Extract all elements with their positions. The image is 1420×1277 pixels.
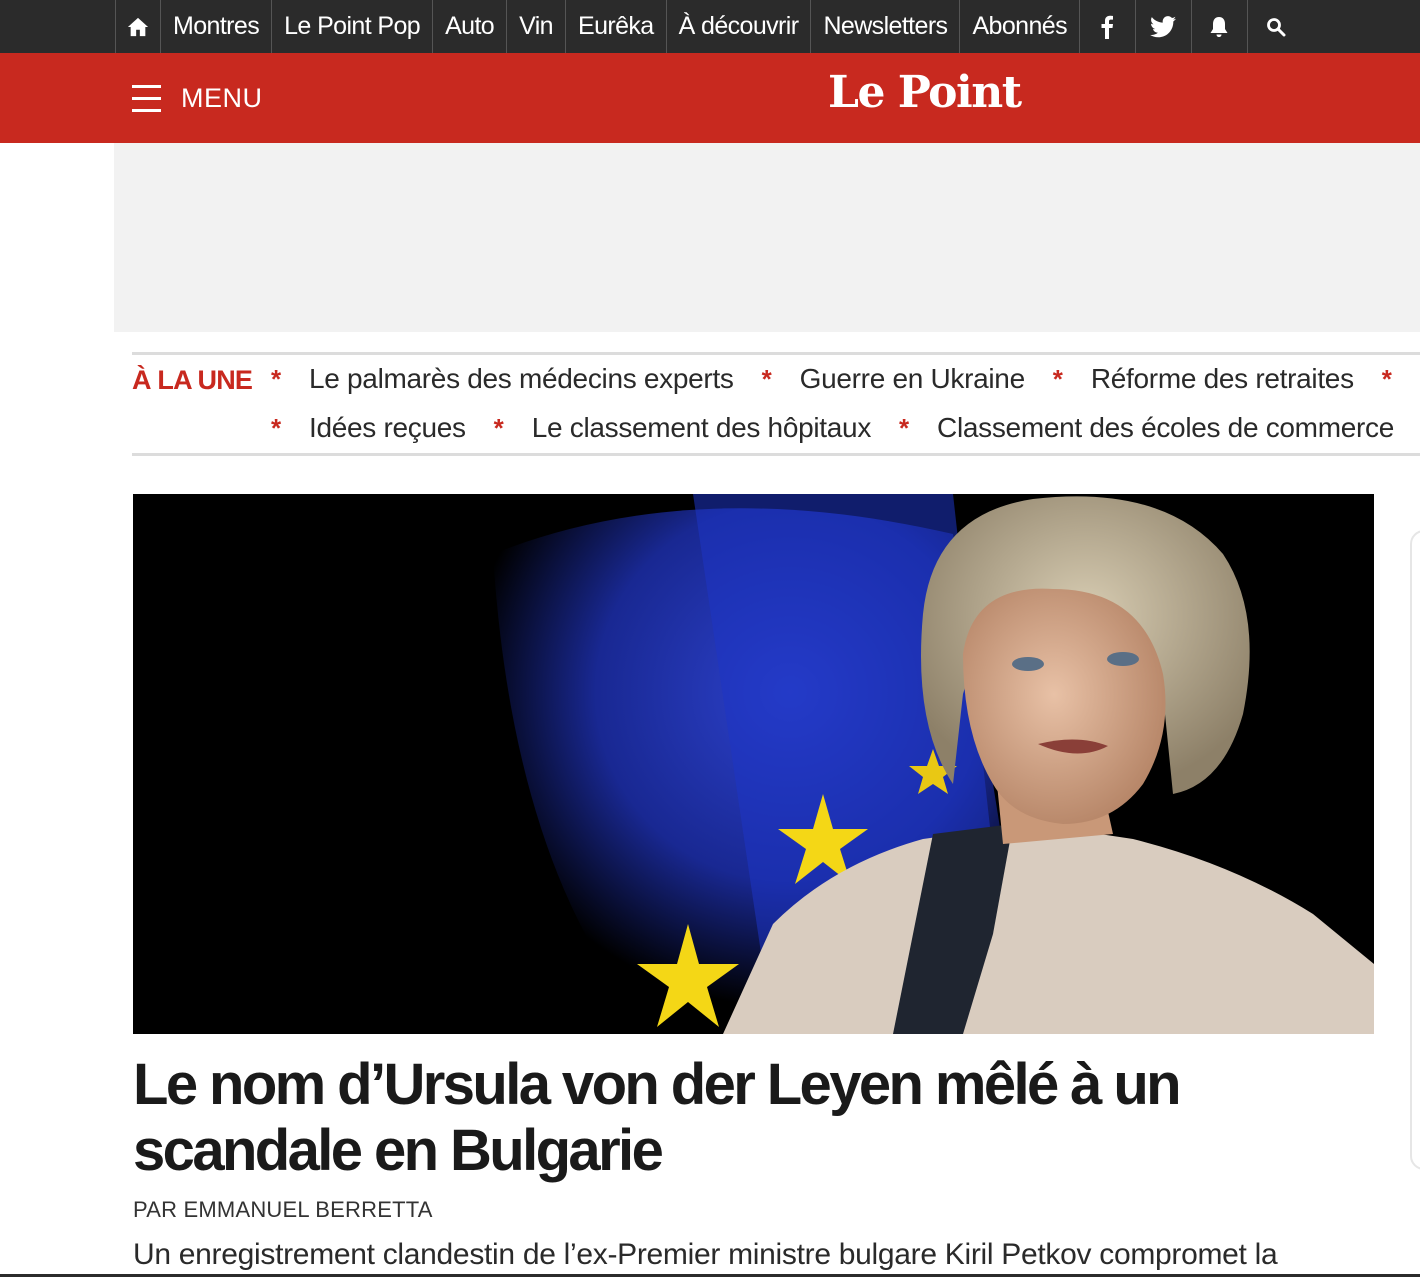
asterisk-icon: * xyxy=(1381,363,1392,394)
hamburger-icon xyxy=(132,84,161,112)
topic-link[interactable]: Le palmarès des médecins experts xyxy=(309,363,734,395)
a-la-une-bar: À LA UNE * Le palmarès des médecins expe… xyxy=(132,352,1420,456)
menu-button[interactable]: MENU xyxy=(132,75,263,121)
nav-item-abonnes[interactable]: Abonnés xyxy=(960,0,1080,53)
asterisk-icon: * xyxy=(270,363,282,394)
topic-link[interactable]: Le classement des hôpitaux xyxy=(532,412,872,444)
asterisk-icon: * xyxy=(270,412,282,443)
nav-item-eureka[interactable]: Eurêka xyxy=(566,0,667,53)
site-header: MENU Le Point xyxy=(0,53,1420,143)
top-navigation-bar: Montres Le Point Pop Auto Vin Eurêka À d… xyxy=(0,0,1420,53)
nav-item-newsletters[interactable]: Newsletters xyxy=(811,0,961,53)
nav-item-montres[interactable]: Montres xyxy=(161,0,273,53)
article-lede: Un enregistrement clandestin de l’ex-Pre… xyxy=(133,1238,1278,1271)
topic-link[interactable]: Idées reçues xyxy=(309,412,466,444)
article-byline: PAR EMMANUEL BERRETTA xyxy=(133,1197,433,1222)
nav-item-auto[interactable]: Auto xyxy=(433,0,508,53)
side-panel-edge xyxy=(1410,530,1420,1170)
top-nav-items: Montres Le Point Pop Auto Vin Eurêka À d… xyxy=(115,0,1304,53)
menu-label: MENU xyxy=(181,82,263,113)
search-button[interactable] xyxy=(1248,0,1304,53)
nav-item-vin[interactable]: Vin xyxy=(507,0,566,53)
asterisk-icon: * xyxy=(493,412,504,443)
home-icon xyxy=(127,17,149,36)
asterisk-icon: * xyxy=(1052,363,1063,394)
site-logo[interactable]: Le Point xyxy=(828,67,1022,118)
facebook-icon xyxy=(1101,15,1114,39)
search-icon xyxy=(1267,17,1286,36)
nav-item-a-decouvrir[interactable]: À découvrir xyxy=(667,0,812,53)
asterisk-icon: * xyxy=(898,412,910,443)
twitter-icon xyxy=(1150,15,1177,37)
asterisk-icon: * xyxy=(761,363,772,394)
facebook-button[interactable] xyxy=(1080,0,1136,53)
twitter-button[interactable] xyxy=(1136,0,1192,53)
ad-placeholder xyxy=(114,143,1420,332)
notifications-button[interactable] xyxy=(1192,0,1248,53)
a-la-une-row-1: * Le palmarès des médecins experts * Gue… xyxy=(267,363,1420,395)
a-la-une-title: À LA UNE xyxy=(132,365,253,395)
topic-link[interactable]: Guerre en Ukraine xyxy=(800,363,1026,395)
topic-link[interactable]: Réforme des retraites xyxy=(1091,363,1354,395)
bell-icon xyxy=(1210,16,1228,37)
nav-item-le-point-pop[interactable]: Le Point Pop xyxy=(272,0,434,53)
topic-link[interactable]: Classement des écoles de commerce xyxy=(937,412,1394,444)
home-button[interactable] xyxy=(115,0,161,53)
article-headline[interactable]: Le nom d’Ursula von der Leyen mêlé à un … xyxy=(133,1052,1393,1184)
a-la-une-row-2: * Idées reçues * Le classement des hôpit… xyxy=(267,412,1420,444)
article-hero-image[interactable] xyxy=(133,494,1374,1034)
